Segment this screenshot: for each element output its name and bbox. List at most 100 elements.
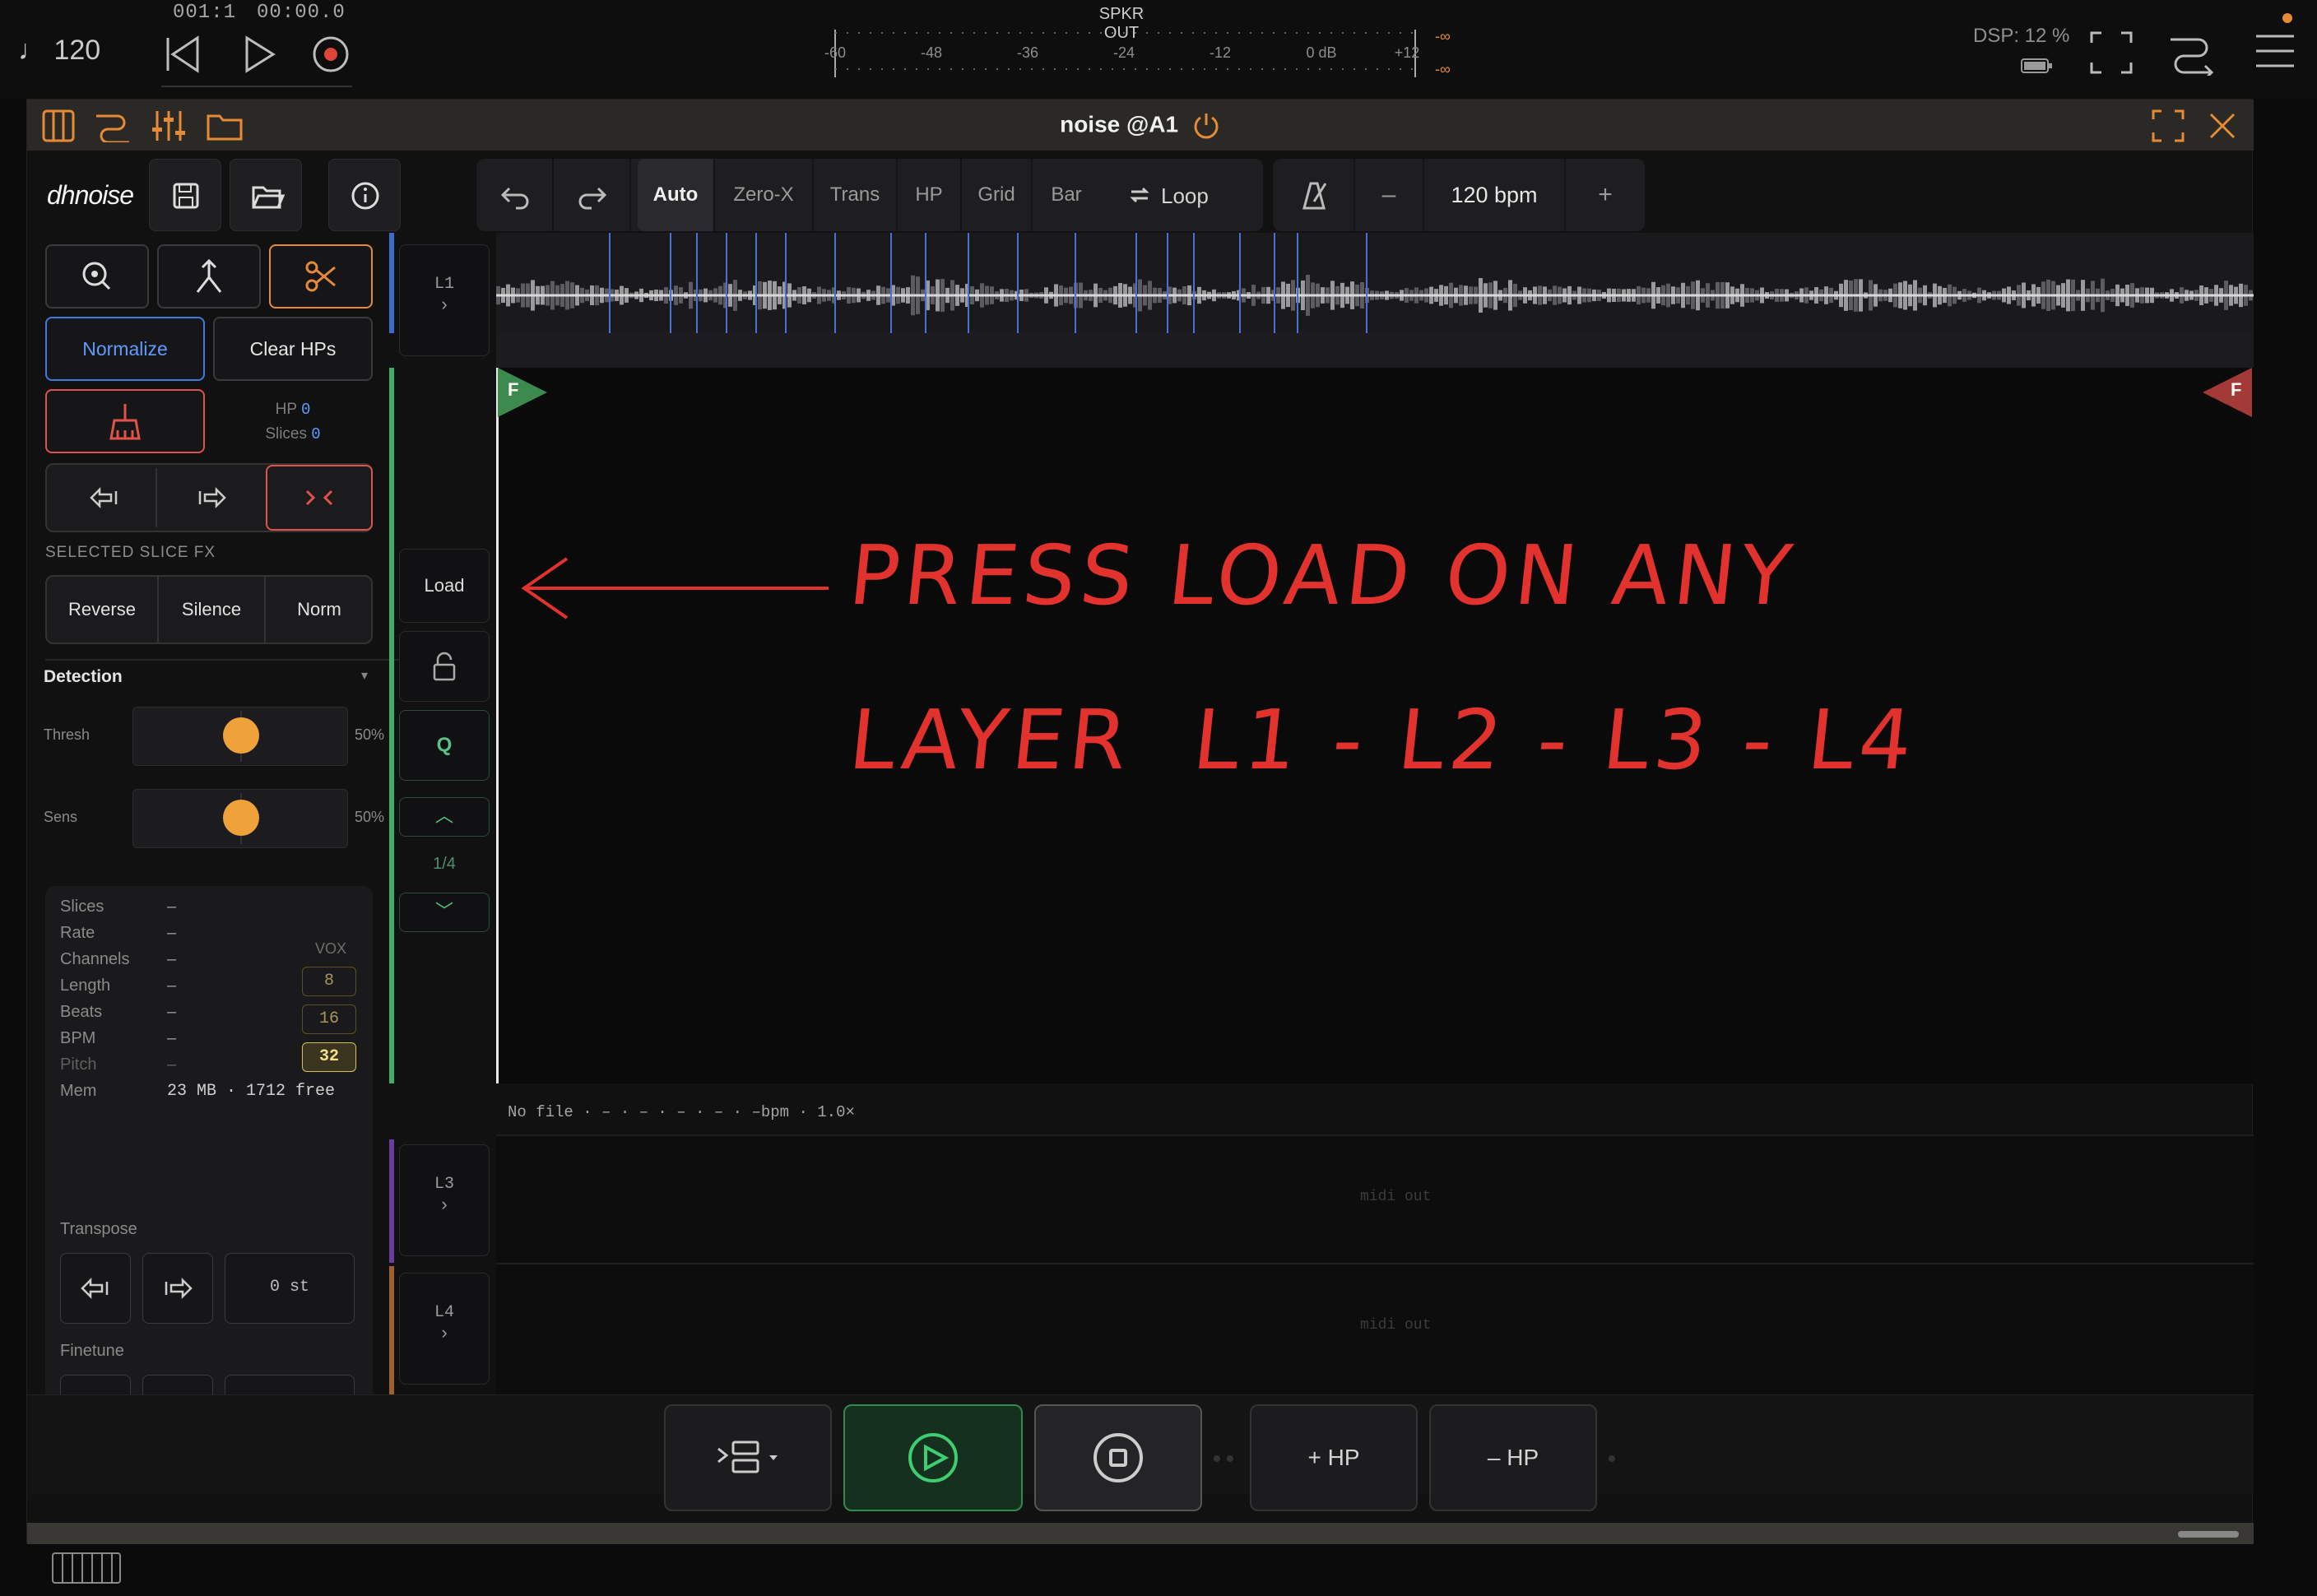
- layer-color-bar-l3: [389, 1139, 394, 1263]
- thresh-slider[interactable]: [132, 707, 348, 766]
- waveform-graphic: [496, 233, 2254, 333]
- undo-icon: [500, 187, 529, 210]
- metronome-button[interactable]: [1273, 159, 1355, 231]
- zoom-button[interactable]: [45, 244, 149, 309]
- tempo-increase-button[interactable]: +: [1566, 159, 1645, 231]
- host-time: 00:00.0: [257, 2, 346, 24]
- scissors-icon: [305, 261, 336, 292]
- play-icon[interactable]: [244, 35, 276, 74]
- layer-color-bar-l4: [389, 1266, 394, 1394]
- mode-zero-x[interactable]: Zero-X: [715, 159, 814, 231]
- redo-button[interactable]: [554, 159, 631, 231]
- end-flag-icon[interactable]: [2201, 366, 2254, 419]
- loop-button[interactable]: Loop: [1107, 159, 1263, 231]
- mode-auto[interactable]: Auto: [638, 159, 715, 231]
- meter-tick: -48: [920, 44, 943, 61]
- info-value: –: [167, 977, 177, 995]
- layer-color-bar-l1: [389, 233, 394, 333]
- undo-button[interactable]: [476, 159, 554, 231]
- lock-button[interactable]: [399, 631, 490, 702]
- vox-option[interactable]: 8: [302, 967, 356, 996]
- add-hp-button[interactable]: + HP: [1250, 1404, 1418, 1511]
- open-button[interactable]: [230, 159, 302, 231]
- routing-icon[interactable]: [2167, 30, 2217, 76]
- close-icon[interactable]: [2208, 111, 2237, 141]
- norm-button[interactable]: Norm: [266, 577, 373, 643]
- unlock-icon: [433, 652, 456, 681]
- layer-l3-button[interactable]: L3 ›: [399, 1144, 490, 1256]
- transpose-down-button[interactable]: [60, 1253, 131, 1324]
- remove-hp-button[interactable]: – HP: [1429, 1404, 1597, 1511]
- layer-l1-label: L1: [434, 275, 454, 294]
- scissors-tool-button[interactable]: [269, 244, 373, 309]
- host-position: 001:1: [173, 2, 237, 24]
- division-up-button[interactable]: ︿: [399, 797, 490, 837]
- silence-button[interactable]: Silence: [159, 577, 266, 643]
- meter-tick: -24: [1112, 44, 1135, 61]
- transpose-up-button[interactable]: [142, 1253, 213, 1324]
- layer-l1-button[interactable]: L1 ›: [399, 244, 490, 356]
- resize-handle[interactable]: [2178, 1531, 2239, 1538]
- record-icon[interactable]: [311, 35, 351, 74]
- tempo-display[interactable]: 120 bpm: [1424, 159, 1566, 231]
- fullscreen-icon[interactable]: [2090, 31, 2133, 74]
- load-button[interactable]: Load: [399, 549, 490, 623]
- layout-menu-button[interactable]: [664, 1404, 832, 1511]
- layer-l4-lane[interactable]: midi out: [496, 1264, 2254, 1394]
- play-button[interactable]: [843, 1404, 1023, 1511]
- playhead[interactable]: [496, 368, 499, 1083]
- waveform-overview[interactable]: [496, 233, 2254, 333]
- arrow-right-icon: [198, 486, 226, 509]
- chevron-down-icon[interactable]: ▾: [361, 667, 368, 684]
- info-label: Mem: [60, 1082, 97, 1100]
- tempo-decrease-button[interactable]: –: [1355, 159, 1424, 231]
- menu-icon[interactable]: [2254, 30, 2296, 72]
- nudge-right-button[interactable]: [159, 468, 264, 527]
- start-flag-icon[interactable]: [496, 366, 549, 419]
- save-button[interactable]: [149, 159, 221, 231]
- meter-tick: 0 dB: [1306, 44, 1337, 61]
- edit-toolbar: Auto Zero-X Trans HP Grid Bar: [476, 159, 1131, 231]
- vox-option[interactable]: 16: [302, 1004, 356, 1034]
- expand-icon[interactable]: [2152, 109, 2185, 142]
- info-label: Rate: [60, 924, 95, 942]
- normalize-button[interactable]: Normalize: [45, 317, 205, 381]
- host-bar: ♩ 120 001:1 00:00.0 SPKR OUT -60 -48 -36…: [0, 0, 2317, 99]
- battery-icon: [2021, 58, 2052, 73]
- stop-button[interactable]: [1034, 1404, 1202, 1511]
- clear-hps-button[interactable]: Clear HPs: [213, 317, 373, 381]
- rewind-icon[interactable]: [165, 35, 201, 74]
- stop-circle-icon: [1093, 1433, 1143, 1482]
- layer-l3-lane[interactable]: midi out: [496, 1136, 2254, 1263]
- sens-knob[interactable]: [223, 800, 259, 836]
- split-tool-button[interactable]: [157, 244, 261, 309]
- layer-l4-button[interactable]: L4 ›: [399, 1273, 490, 1385]
- chevron-up-icon: ︿: [434, 805, 453, 826]
- vox-option-selected[interactable]: 32: [302, 1042, 356, 1072]
- mode-hp[interactable]: HP: [898, 159, 962, 231]
- quantize-button[interactable]: Q: [399, 710, 490, 781]
- folder-open-icon: [252, 186, 286, 209]
- mode-bar[interactable]: Bar: [1033, 159, 1100, 231]
- power-icon[interactable]: [1191, 111, 1221, 141]
- host-tempo[interactable]: ♩ 120: [18, 35, 100, 67]
- collapse-button[interactable]: [266, 465, 373, 531]
- reverse-button[interactable]: Reverse: [47, 577, 159, 643]
- mode-grid[interactable]: Grid: [962, 159, 1033, 231]
- annotation-arrow-icon: [521, 557, 829, 619]
- sens-slider[interactable]: [132, 789, 348, 848]
- window-title-text: noise @A1: [1060, 111, 1179, 137]
- transpose-value[interactable]: 0 st: [225, 1253, 355, 1324]
- division-down-button[interactable]: ﹀: [399, 893, 490, 932]
- thresh-knob[interactable]: [223, 717, 259, 754]
- nudge-left-button[interactable]: [52, 468, 157, 527]
- vox-label: VOX: [315, 940, 347, 957]
- mode-trans[interactable]: Trans: [814, 159, 898, 231]
- thresh-value: 50%: [355, 726, 385, 743]
- window-title: noise @A1: [27, 111, 2254, 141]
- clear-slices-button[interactable]: [45, 389, 205, 453]
- info-button[interactable]: [328, 159, 401, 231]
- notification-dot: [2282, 13, 2292, 23]
- tempo-control: – 120 bpm +: [1273, 159, 1645, 231]
- piano-keyboard-icon[interactable]: [51, 1552, 122, 1584]
